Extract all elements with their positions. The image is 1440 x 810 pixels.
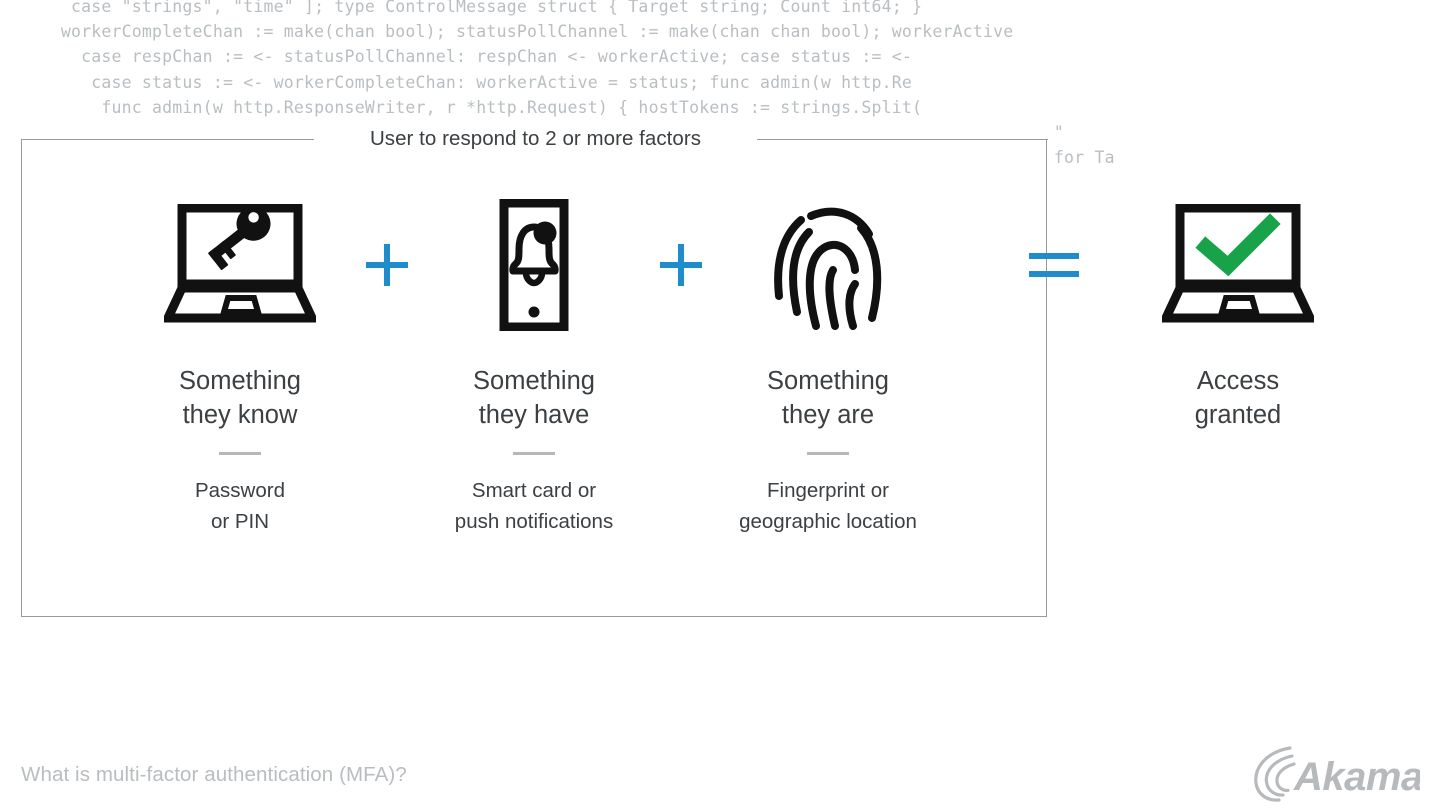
factor-divider [807,452,849,455]
factor-detail-line2: push notifications [454,510,614,533]
code-line: case "strings", "time" ]; type ControlMe… [70,0,923,16]
page-caption: What is multi-factor authentication (MFA… [21,763,407,786]
code-line: case status := <- workerCompleteChan: wo… [91,72,913,92]
factor-detail: Password or PIN [195,475,285,537]
factor-title-line2: they know [182,401,298,429]
code-line: workerCompleteChan := make(chan bool); s… [60,22,1014,42]
factor-divider [513,452,555,455]
factor-title-line2: they have [478,401,590,429]
factor-detail-line2: or PIN [210,510,270,533]
factor-detail-line1: Smart card or [471,479,597,502]
factor-detail-line2: geographic location [739,510,917,533]
code-line: case respChan := <- statusPollChannel: r… [81,47,913,67]
result-title-line2: granted [1194,401,1282,429]
factor-divider [219,452,261,455]
plus-operator-2 [649,190,713,340]
laptop-check-icon [1162,190,1314,340]
fingerprint-icon [769,190,887,340]
result-title-line1: Access [1196,367,1280,395]
factor-title-line1: Something [179,367,301,395]
factor-detail-line1: Fingerprint or [767,479,889,502]
factor-title-line2: they are [781,401,875,429]
diagram-header-label: User to respond to 2 or more factors [314,127,757,151]
slide-canvas: case "strings", "time" ]; type ControlMe… [0,0,1440,810]
box-top-rule-right [757,139,1048,140]
factor-title: Something they know [179,364,301,432]
laptop-key-icon [164,190,316,340]
code-line: func admin(w http.ResponseWriter, r *htt… [101,97,923,117]
svg-text:Akamai: Akamai [1293,755,1420,799]
factor-detail: Fingerprint or geographic location [739,475,917,537]
factor-title: Something they have [473,364,595,432]
factor-detail-line1: Password [194,479,285,502]
plus-operator-1 [355,190,419,340]
factor-column-are: Something they are Fingerprint or geogra… [713,190,943,537]
factors-row: Something they know Password or PIN Some… [22,190,1046,570]
factor-column-have: Something they have Smart card or push n… [419,190,649,537]
factor-title-line1: Something [767,367,889,395]
akamai-logo: Akamai [1250,742,1420,804]
factor-detail: Smart card or push notifications [455,475,613,537]
factor-column-know: Something they know Password or PIN [125,190,355,537]
factor-title: Something they are [767,364,889,432]
phone-bell-icon [488,190,580,340]
equals-operator [1020,190,1088,340]
factor-title-line1: Something [473,367,595,395]
box-top-rule-left [21,139,314,140]
result-title: Access granted [1195,364,1282,432]
result-column: Access granted [1088,190,1388,432]
